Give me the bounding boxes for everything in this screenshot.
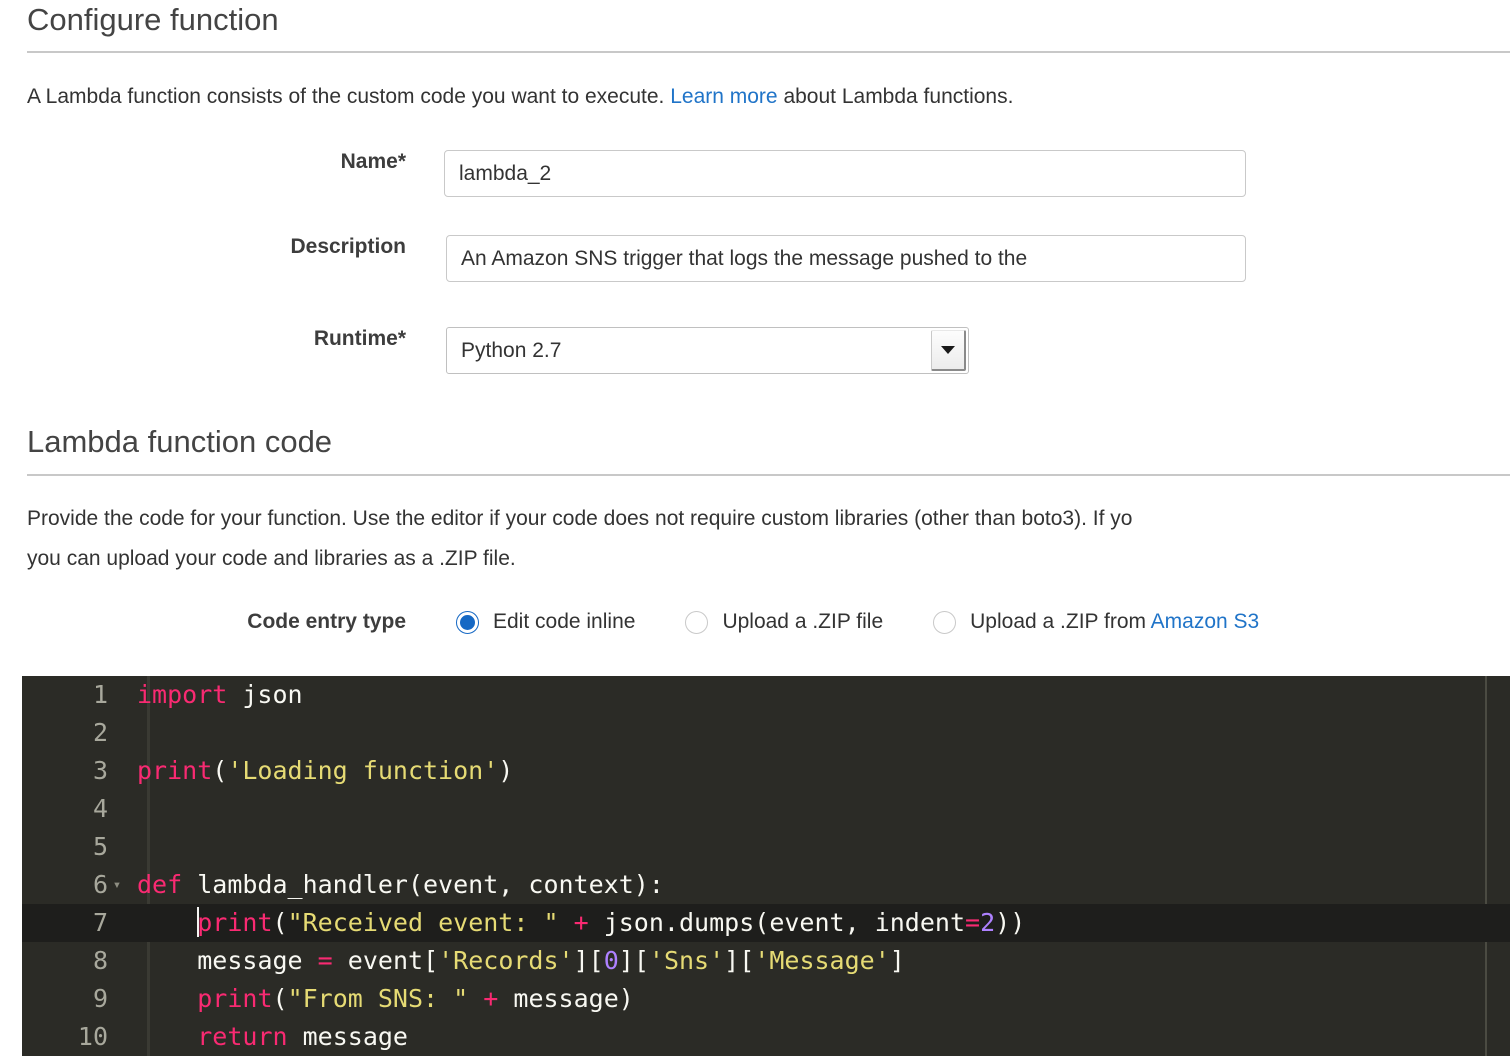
line-number-3: 3 [92, 756, 108, 785]
runtime-field-label: Runtime* [313, 327, 406, 350]
radio-edit-code-inline-icon[interactable] [456, 610, 479, 634]
amazon-s3-link[interactable]: Amazon S3 [1151, 610, 1260, 633]
page-title: Configure function [27, 2, 279, 37]
intro-text-after: about Lambda functions. [777, 85, 1014, 108]
code-entry-type-label: Code entry type [247, 610, 406, 633]
radio-edit-code-inline-label: Edit code inline [493, 610, 636, 633]
name-field-label: Name* [340, 150, 406, 173]
line-number-1: 1 [92, 680, 108, 709]
code-line-4[interactable]: 4 [22, 790, 1510, 828]
code-section-divider [27, 474, 1510, 476]
code-line-text-8: message = event['Records'][0]['Sns']['Me… [197, 946, 905, 975]
code-section-description-line2: you can upload your code and libraries a… [27, 547, 516, 570]
code-line-5[interactable]: 5 [22, 828, 1510, 866]
line-number-8: 8 [92, 946, 108, 975]
line-number-6: 6 ▾ [22, 866, 128, 904]
code-line-text-7: print("Received event: " + json.dumps(ev… [197, 907, 1026, 937]
intro-text-before: A Lambda function consists of the custom… [27, 85, 671, 108]
line-number-5: 5 [92, 832, 108, 861]
code-editor[interactable]: 1 import json 2 3 print('Loading function') 4… [22, 676, 1510, 1056]
description-input[interactable] [446, 235, 1246, 282]
text-cursor [197, 907, 200, 937]
code-line-text-10: return message [197, 1022, 408, 1051]
line-number-2: 2 [92, 718, 108, 747]
code-line-7[interactable]: 7 print("Received event: " + json.dumps(… [22, 904, 1510, 942]
code-line-10[interactable]: 10 return message [22, 1018, 1510, 1056]
code-line-3[interactable]: 3 print('Loading function') [22, 752, 1510, 790]
configure-section-divider [27, 51, 1510, 53]
code-line-text-6: def lambda_handler(event, context): [137, 870, 664, 899]
code-line-text-3: print('Loading function') [137, 756, 514, 785]
line-number-4: 4 [92, 794, 108, 823]
code-section-description-line1: Provide the code for your function. Use … [27, 507, 1133, 530]
code-line-text-1: import json [137, 680, 303, 709]
radio-upload-zip-from-s3-label: Upload a .ZIP from Amazon S3 [970, 610, 1259, 634]
code-lines-container[interactable]: 1 import json 2 3 print('Loading function') 4… [22, 676, 1510, 1056]
runtime-select-wrap: Python 2.7 [446, 327, 969, 374]
radio-upload-zip-from-s3-text: Upload a .ZIP from [970, 610, 1151, 633]
runtime-select[interactable]: Python 2.7 [446, 327, 969, 374]
code-line-6[interactable]: 6 ▾ def lambda_handler(event, context): [22, 866, 1510, 904]
code-line-text-9: print("From SNS: " + message) [197, 984, 634, 1013]
name-field-row: Name* [0, 150, 1246, 197]
code-line-1[interactable]: 1 import json [22, 676, 1510, 714]
radio-upload-zip-file-label: Upload a .ZIP file [722, 610, 884, 633]
radio-upload-zip-file-icon[interactable] [685, 610, 709, 634]
fold-toggle-icon[interactable]: ▾ [110, 866, 124, 904]
description-field-label: Description [290, 235, 406, 258]
radio-upload-zip-from-s3-icon[interactable] [933, 610, 957, 634]
name-input[interactable] [444, 150, 1246, 197]
line-number-7: 7 [92, 908, 108, 937]
radio-upload-zip-from-s3[interactable]: Upload a .ZIP from Amazon S3 [933, 610, 1259, 634]
line-number-10: 10 [77, 1022, 108, 1051]
radio-upload-zip-file[interactable]: Upload a .ZIP file [685, 610, 883, 634]
code-section-title: Lambda function code [27, 424, 333, 459]
code-line-2[interactable]: 2 [22, 714, 1510, 752]
runtime-field-row: Runtime* Python 2.7 [0, 327, 969, 374]
code-line-9[interactable]: 9 print("From SNS: " + message) [22, 980, 1510, 1018]
learn-more-link[interactable]: Learn more [670, 85, 777, 108]
code-line-8[interactable]: 8 message = event['Records'][0]['Sns']['… [22, 942, 1510, 980]
line-number-9: 9 [92, 984, 108, 1013]
description-field-row: Description [0, 235, 1246, 282]
radio-edit-code-inline[interactable]: Edit code inline [456, 610, 635, 634]
code-entry-type-row: Code entry type Edit code inline Upload … [0, 610, 1510, 634]
configure-intro-text: A Lambda function consists of the custom… [0, 82, 1013, 112]
